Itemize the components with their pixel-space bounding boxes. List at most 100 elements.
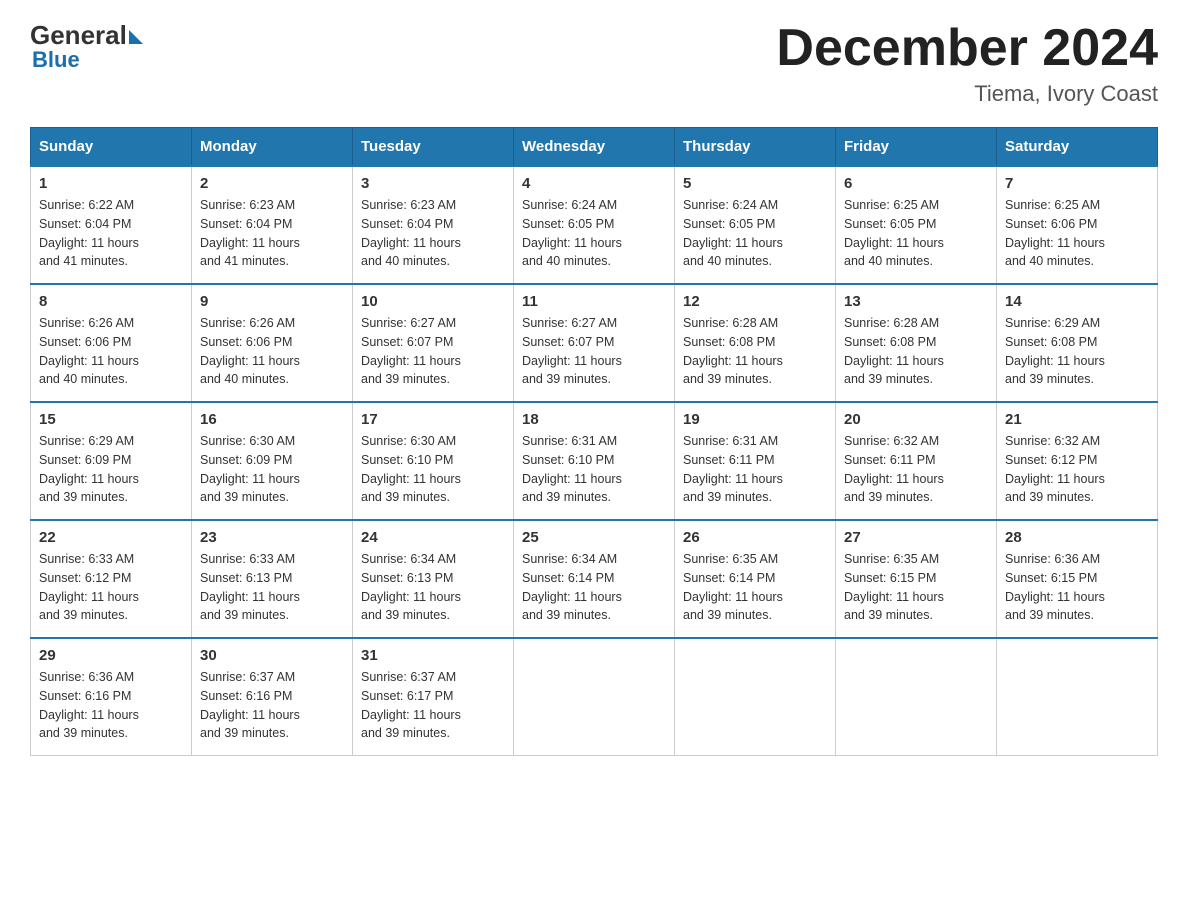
day-number: 13 bbox=[844, 293, 988, 310]
day-number: 31 bbox=[361, 647, 505, 664]
day-info: Sunrise: 6:23 AMSunset: 6:04 PMDaylight:… bbox=[361, 196, 505, 271]
day-info: Sunrise: 6:37 AMSunset: 6:16 PMDaylight:… bbox=[200, 668, 344, 743]
day-info: Sunrise: 6:32 AMSunset: 6:12 PMDaylight:… bbox=[1005, 432, 1149, 507]
day-info: Sunrise: 6:31 AMSunset: 6:11 PMDaylight:… bbox=[683, 432, 827, 507]
calendar-cell: 3 Sunrise: 6:23 AMSunset: 6:04 PMDayligh… bbox=[353, 166, 514, 284]
day-number: 8 bbox=[39, 293, 183, 310]
calendar-cell bbox=[514, 638, 675, 756]
day-number: 18 bbox=[522, 411, 666, 428]
day-info: Sunrise: 6:34 AMSunset: 6:13 PMDaylight:… bbox=[361, 550, 505, 625]
weekday-header-saturday: Saturday bbox=[997, 128, 1158, 167]
weekday-header-friday: Friday bbox=[836, 128, 997, 167]
calendar-title: December 2024 bbox=[776, 20, 1158, 77]
day-number: 22 bbox=[39, 529, 183, 546]
day-info: Sunrise: 6:24 AMSunset: 6:05 PMDaylight:… bbox=[522, 196, 666, 271]
calendar-cell: 23 Sunrise: 6:33 AMSunset: 6:13 PMDaylig… bbox=[192, 520, 353, 638]
calendar-cell: 18 Sunrise: 6:31 AMSunset: 6:10 PMDaylig… bbox=[514, 402, 675, 520]
calendar-cell: 30 Sunrise: 6:37 AMSunset: 6:16 PMDaylig… bbox=[192, 638, 353, 756]
day-info: Sunrise: 6:28 AMSunset: 6:08 PMDaylight:… bbox=[844, 314, 988, 389]
day-info: Sunrise: 6:35 AMSunset: 6:15 PMDaylight:… bbox=[844, 550, 988, 625]
day-info: Sunrise: 6:25 AMSunset: 6:06 PMDaylight:… bbox=[1005, 196, 1149, 271]
calendar-week-row: 1 Sunrise: 6:22 AMSunset: 6:04 PMDayligh… bbox=[31, 166, 1158, 284]
day-number: 2 bbox=[200, 175, 344, 192]
calendar-cell: 13 Sunrise: 6:28 AMSunset: 6:08 PMDaylig… bbox=[836, 284, 997, 402]
calendar-cell: 5 Sunrise: 6:24 AMSunset: 6:05 PMDayligh… bbox=[675, 166, 836, 284]
calendar-cell: 16 Sunrise: 6:30 AMSunset: 6:09 PMDaylig… bbox=[192, 402, 353, 520]
calendar-cell: 6 Sunrise: 6:25 AMSunset: 6:05 PMDayligh… bbox=[836, 166, 997, 284]
day-number: 27 bbox=[844, 529, 988, 546]
weekday-header-tuesday: Tuesday bbox=[353, 128, 514, 167]
logo-blue: Blue bbox=[32, 47, 80, 73]
calendar-table: SundayMondayTuesdayWednesdayThursdayFrid… bbox=[30, 127, 1158, 756]
calendar-cell: 12 Sunrise: 6:28 AMSunset: 6:08 PMDaylig… bbox=[675, 284, 836, 402]
calendar-cell: 28 Sunrise: 6:36 AMSunset: 6:15 PMDaylig… bbox=[997, 520, 1158, 638]
day-number: 19 bbox=[683, 411, 827, 428]
day-info: Sunrise: 6:33 AMSunset: 6:13 PMDaylight:… bbox=[200, 550, 344, 625]
day-info: Sunrise: 6:36 AMSunset: 6:15 PMDaylight:… bbox=[1005, 550, 1149, 625]
calendar-cell: 26 Sunrise: 6:35 AMSunset: 6:14 PMDaylig… bbox=[675, 520, 836, 638]
day-number: 21 bbox=[1005, 411, 1149, 428]
weekday-header-wednesday: Wednesday bbox=[514, 128, 675, 167]
calendar-subtitle: Tiema, Ivory Coast bbox=[776, 81, 1158, 107]
day-info: Sunrise: 6:32 AMSunset: 6:11 PMDaylight:… bbox=[844, 432, 988, 507]
page-header: General Blue December 2024 Tiema, Ivory … bbox=[30, 20, 1158, 107]
weekday-header-row: SundayMondayTuesdayWednesdayThursdayFrid… bbox=[31, 128, 1158, 167]
day-info: Sunrise: 6:25 AMSunset: 6:05 PMDaylight:… bbox=[844, 196, 988, 271]
calendar-cell: 31 Sunrise: 6:37 AMSunset: 6:17 PMDaylig… bbox=[353, 638, 514, 756]
day-number: 10 bbox=[361, 293, 505, 310]
calendar-week-row: 22 Sunrise: 6:33 AMSunset: 6:12 PMDaylig… bbox=[31, 520, 1158, 638]
calendar-cell: 25 Sunrise: 6:34 AMSunset: 6:14 PMDaylig… bbox=[514, 520, 675, 638]
calendar-cell: 8 Sunrise: 6:26 AMSunset: 6:06 PMDayligh… bbox=[31, 284, 192, 402]
calendar-cell: 29 Sunrise: 6:36 AMSunset: 6:16 PMDaylig… bbox=[31, 638, 192, 756]
day-number: 29 bbox=[39, 647, 183, 664]
day-info: Sunrise: 6:26 AMSunset: 6:06 PMDaylight:… bbox=[200, 314, 344, 389]
day-info: Sunrise: 6:35 AMSunset: 6:14 PMDaylight:… bbox=[683, 550, 827, 625]
day-number: 17 bbox=[361, 411, 505, 428]
day-number: 4 bbox=[522, 175, 666, 192]
logo-arrow-icon bbox=[129, 30, 143, 44]
day-number: 20 bbox=[844, 411, 988, 428]
day-info: Sunrise: 6:23 AMSunset: 6:04 PMDaylight:… bbox=[200, 196, 344, 271]
day-info: Sunrise: 6:31 AMSunset: 6:10 PMDaylight:… bbox=[522, 432, 666, 507]
day-info: Sunrise: 6:29 AMSunset: 6:09 PMDaylight:… bbox=[39, 432, 183, 507]
day-info: Sunrise: 6:24 AMSunset: 6:05 PMDaylight:… bbox=[683, 196, 827, 271]
calendar-cell: 9 Sunrise: 6:26 AMSunset: 6:06 PMDayligh… bbox=[192, 284, 353, 402]
day-number: 5 bbox=[683, 175, 827, 192]
day-info: Sunrise: 6:26 AMSunset: 6:06 PMDaylight:… bbox=[39, 314, 183, 389]
day-number: 26 bbox=[683, 529, 827, 546]
day-number: 6 bbox=[844, 175, 988, 192]
weekday-header-monday: Monday bbox=[192, 128, 353, 167]
day-info: Sunrise: 6:30 AMSunset: 6:10 PMDaylight:… bbox=[361, 432, 505, 507]
calendar-cell: 21 Sunrise: 6:32 AMSunset: 6:12 PMDaylig… bbox=[997, 402, 1158, 520]
day-info: Sunrise: 6:37 AMSunset: 6:17 PMDaylight:… bbox=[361, 668, 505, 743]
day-info: Sunrise: 6:33 AMSunset: 6:12 PMDaylight:… bbox=[39, 550, 183, 625]
logo: General Blue bbox=[30, 20, 143, 73]
day-info: Sunrise: 6:36 AMSunset: 6:16 PMDaylight:… bbox=[39, 668, 183, 743]
day-number: 11 bbox=[522, 293, 666, 310]
calendar-week-row: 8 Sunrise: 6:26 AMSunset: 6:06 PMDayligh… bbox=[31, 284, 1158, 402]
day-number: 28 bbox=[1005, 529, 1149, 546]
day-info: Sunrise: 6:22 AMSunset: 6:04 PMDaylight:… bbox=[39, 196, 183, 271]
calendar-cell: 22 Sunrise: 6:33 AMSunset: 6:12 PMDaylig… bbox=[31, 520, 192, 638]
calendar-week-row: 29 Sunrise: 6:36 AMSunset: 6:16 PMDaylig… bbox=[31, 638, 1158, 756]
calendar-cell: 14 Sunrise: 6:29 AMSunset: 6:08 PMDaylig… bbox=[997, 284, 1158, 402]
calendar-cell: 7 Sunrise: 6:25 AMSunset: 6:06 PMDayligh… bbox=[997, 166, 1158, 284]
calendar-cell: 19 Sunrise: 6:31 AMSunset: 6:11 PMDaylig… bbox=[675, 402, 836, 520]
day-number: 3 bbox=[361, 175, 505, 192]
calendar-cell: 17 Sunrise: 6:30 AMSunset: 6:10 PMDaylig… bbox=[353, 402, 514, 520]
calendar-cell: 24 Sunrise: 6:34 AMSunset: 6:13 PMDaylig… bbox=[353, 520, 514, 638]
weekday-header-thursday: Thursday bbox=[675, 128, 836, 167]
day-info: Sunrise: 6:29 AMSunset: 6:08 PMDaylight:… bbox=[1005, 314, 1149, 389]
day-number: 25 bbox=[522, 529, 666, 546]
title-area: December 2024 Tiema, Ivory Coast bbox=[776, 20, 1158, 107]
day-info: Sunrise: 6:28 AMSunset: 6:08 PMDaylight:… bbox=[683, 314, 827, 389]
day-info: Sunrise: 6:34 AMSunset: 6:14 PMDaylight:… bbox=[522, 550, 666, 625]
day-number: 30 bbox=[200, 647, 344, 664]
day-number: 23 bbox=[200, 529, 344, 546]
calendar-cell: 27 Sunrise: 6:35 AMSunset: 6:15 PMDaylig… bbox=[836, 520, 997, 638]
day-number: 9 bbox=[200, 293, 344, 310]
calendar-cell bbox=[675, 638, 836, 756]
calendar-cell: 4 Sunrise: 6:24 AMSunset: 6:05 PMDayligh… bbox=[514, 166, 675, 284]
day-number: 12 bbox=[683, 293, 827, 310]
day-info: Sunrise: 6:27 AMSunset: 6:07 PMDaylight:… bbox=[522, 314, 666, 389]
